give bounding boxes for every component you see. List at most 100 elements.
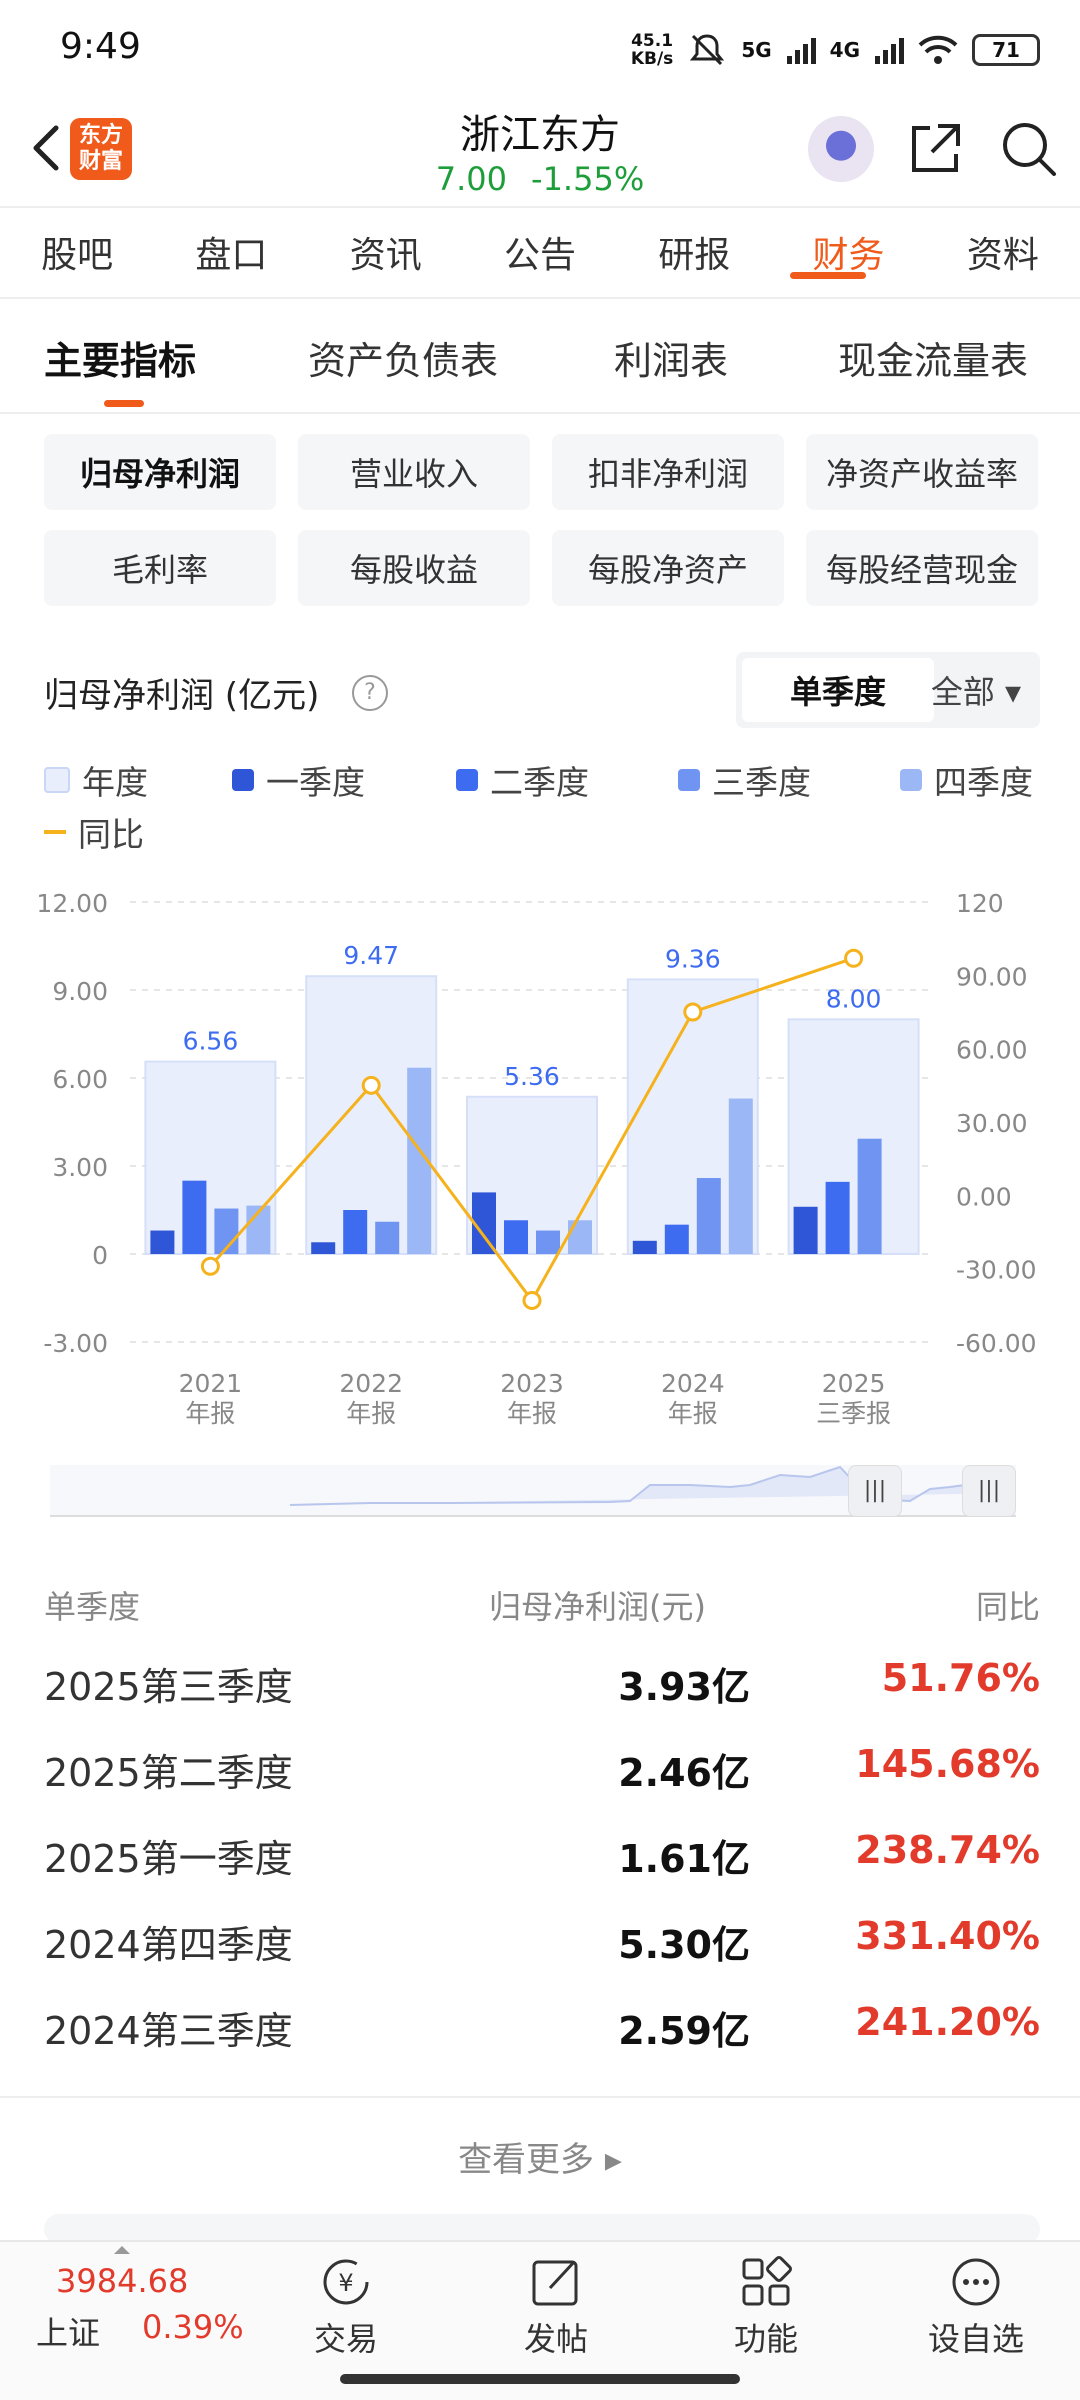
metric-roe[interactable]: 净资产收益率 (806, 434, 1038, 510)
net-profit-chart: 12.00 9.00 6.00 3.00 0 -3.00 120 90.00 60.00 30.0… (36, 889, 1037, 1428)
tab-profile[interactable]: 资料 (967, 226, 1039, 278)
signal-icon (786, 38, 816, 64)
bar-quarter (182, 1180, 207, 1254)
bar-quarter (857, 1138, 882, 1254)
period-single-quarter-button[interactable]: 单季度 (742, 658, 934, 722)
legend-q3[interactable]: 三季度 (678, 756, 811, 804)
metric-deducted-net-profit[interactable]: 扣非净利润 (552, 434, 784, 510)
index-value[interactable]: 3984.68 (56, 2262, 188, 2300)
yoy-point (683, 1002, 703, 1022)
index-change[interactable]: 0.39% (142, 2308, 244, 2346)
nav-tabs: 股吧 盘口 资讯 公告 研报 财务 资料 (0, 208, 1080, 296)
divider (0, 297, 1080, 299)
data-label: 6.56 (183, 1027, 239, 1056)
active-subtab-indicator (104, 400, 144, 407)
y-right-tick-label: -60.00 (956, 1329, 1037, 1358)
x-tick-label: 2021 (179, 1369, 243, 1398)
metric-net-profit[interactable]: 归母净利润 (44, 434, 276, 510)
slider-left-handle[interactable]: ||| (848, 1465, 902, 1517)
legend-q4[interactable]: 四季度 (900, 756, 1033, 804)
metric-bvps[interactable]: 每股净资产 (552, 530, 784, 606)
view-more-link[interactable]: 查看更多 ▸ (0, 2132, 1080, 2181)
metric-revenue[interactable]: 营业收入 (298, 434, 530, 510)
active-tab-indicator (790, 272, 866, 279)
table-row: 2025第三季度 3.93亿 51.76% (44, 1656, 1040, 1709)
metric-eps[interactable]: 每股收益 (298, 530, 530, 606)
signal-5g-label: 5G (741, 38, 772, 62)
search-icon[interactable] (998, 118, 1060, 180)
legend-swatch (900, 769, 922, 791)
slider-right-handle[interactable]: ||| (962, 1465, 1016, 1517)
wifi-icon (918, 35, 958, 64)
bar-quarter (728, 1098, 753, 1254)
index-name[interactable]: 上证 (36, 2308, 100, 2354)
legend-swatch (678, 769, 700, 791)
edit-icon (532, 2260, 578, 2306)
signal-4g-label: 4G (829, 38, 860, 62)
data-label: 8.00 (826, 984, 882, 1013)
y-right-tick-label: 120 (956, 889, 1004, 918)
yoy-point (522, 1290, 542, 1310)
tab-news[interactable]: 资讯 (350, 226, 422, 278)
legend-year[interactable]: 年度 (44, 756, 148, 804)
add-watchlist-button[interactable]: 设自选 (906, 2248, 1046, 2360)
battery-indicator: 71 (972, 34, 1040, 66)
y-right-tick-label: 60.00 (956, 1036, 1028, 1065)
functions-button[interactable]: 功能 (696, 2248, 836, 2360)
status-bar: 9:49 45.1 KB/s 5G 4G 71 (0, 0, 1080, 100)
x-tick-label: 2024 (661, 1369, 725, 1398)
stock-change: -1.55% (531, 160, 645, 198)
network-speed: 45.1 KB/s (630, 31, 674, 69)
table-row: 2024第三季度 2.59亿 241.20% (44, 2000, 1040, 2053)
bar-quarter (343, 1210, 368, 1254)
table-row: 2025第二季度 2.46亿 145.68% (44, 1742, 1040, 1795)
caret-up-icon (114, 2246, 130, 2254)
tab-announcements[interactable]: 公告 (504, 226, 576, 278)
tab-research[interactable]: 研报 (658, 226, 730, 278)
data-label: 9.47 (343, 941, 399, 970)
tab-pankou[interactable]: 盘口 (195, 226, 267, 278)
period-switch: 单季度 全部 ▾ (736, 652, 1040, 728)
y-left-tick-label: 12.00 (36, 889, 108, 918)
x-tick-label: 三季报 (816, 1399, 891, 1428)
bar-quarter (793, 1206, 818, 1254)
y-right-tick-label: -30.00 (956, 1256, 1037, 1285)
assistant-avatar[interactable] (808, 116, 874, 182)
legend-q1[interactable]: 一季度 (232, 756, 365, 804)
trade-icon: ¥ (323, 2259, 369, 2305)
bar-quarter (664, 1224, 689, 1254)
trade-button[interactable]: ¥ 交易 (276, 2248, 416, 2360)
signal-icon (875, 38, 904, 64)
subtab-key-metrics[interactable]: 主要指标 (44, 330, 196, 385)
legend-swatch (456, 769, 478, 791)
home-indicator[interactable] (340, 2374, 740, 2384)
x-tick-label: 2023 (500, 1369, 564, 1398)
mute-icon (690, 34, 725, 66)
subtab-balance-sheet[interactable]: 资产负债表 (308, 330, 498, 385)
bar-quarter (825, 1181, 850, 1254)
table-header-yoy: 同比 (975, 1588, 1040, 1626)
help-icon[interactable]: ? (352, 675, 388, 711)
period-all-dropdown[interactable]: 全部 ▾ (912, 658, 1040, 722)
subtab-income-statement[interactable]: 利润表 (614, 330, 728, 385)
legend-yoy[interactable]: 同比 (44, 808, 144, 856)
tab-guba[interactable]: 股吧 (41, 226, 113, 278)
data-label: 9.36 (665, 944, 721, 973)
post-button[interactable]: 发帖 (486, 2248, 626, 2360)
x-tick-label: 2022 (339, 1369, 403, 1398)
bar-quarter (150, 1230, 175, 1254)
x-tick-label: 年报 (507, 1399, 557, 1428)
legend-swatch (44, 767, 70, 793)
share-icon[interactable] (904, 118, 966, 180)
clock: 9:49 (60, 26, 141, 67)
legend-q2[interactable]: 二季度 (456, 756, 589, 804)
y-left-tick-label: 0 (92, 1241, 108, 1270)
tab-finance[interactable]: 财务 (813, 226, 885, 278)
subtab-cash-flow[interactable]: 现金流量表 (838, 330, 1028, 385)
x-tick-label: 年报 (185, 1399, 235, 1428)
metric-operating-cash-per-share[interactable]: 每股经营现金 (806, 530, 1038, 606)
bar-quarter (311, 1242, 336, 1254)
y-left-tick-label: 3.00 (52, 1153, 108, 1182)
metric-gross-margin[interactable]: 毛利率 (44, 530, 276, 606)
table-header-net-profit: 归母净利润(元) (489, 1588, 706, 1626)
